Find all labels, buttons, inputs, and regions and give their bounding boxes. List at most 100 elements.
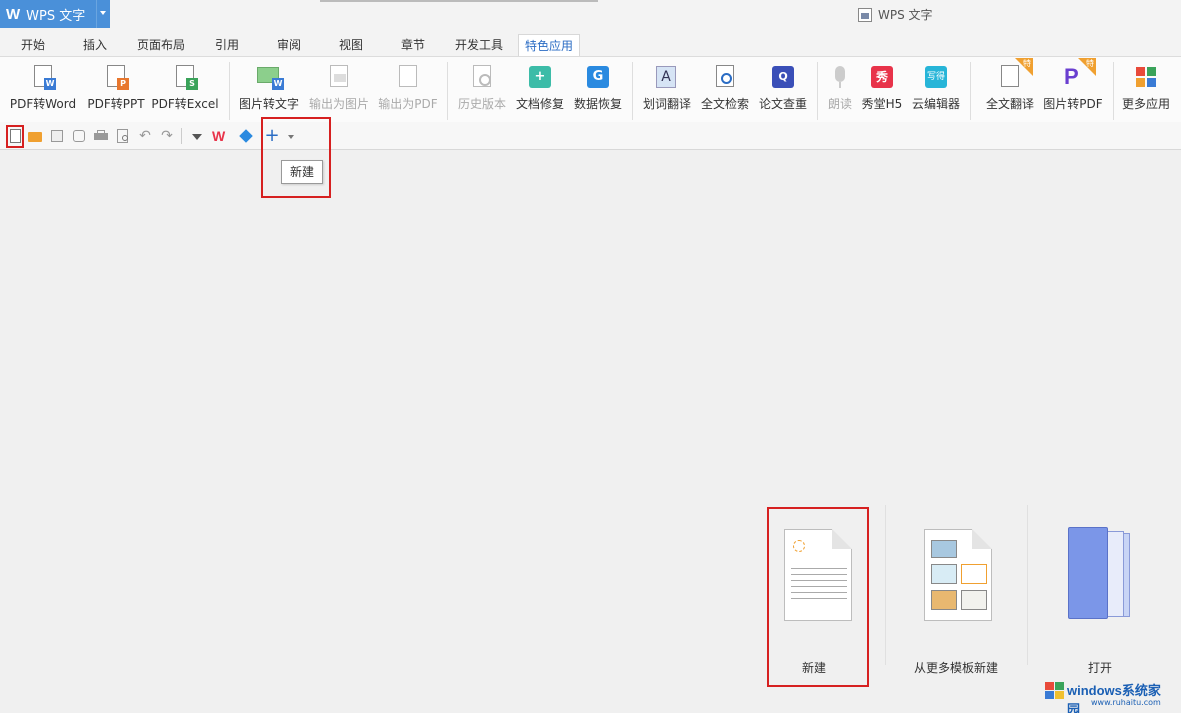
print-preview-icon[interactable] <box>115 128 131 144</box>
full-translate-label: 全文翻译 <box>985 97 1034 111</box>
export-pdf-button[interactable]: 输出为PDF <box>378 61 438 117</box>
undo-icon[interactable]: ↶ <box>137 128 153 144</box>
app-menu-dropdown[interactable] <box>96 0 110 28</box>
tab-developer[interactable]: 开发工具 <box>450 34 508 56</box>
pdf-to-ppt-icon: P <box>103 64 129 90</box>
translate-word-button[interactable]: A 划词翻译 <box>641 61 693 117</box>
pdf-to-ppt-label: PDF转PPT <box>87 97 145 111</box>
data-recovery-icon: G <box>585 64 611 90</box>
cloud-editor-button[interactable]: 写得 云编辑器 <box>910 61 962 117</box>
ribbon-divider <box>817 62 818 120</box>
ribbon-divider <box>229 62 230 120</box>
template-tile[interactable]: 从更多模板新建 <box>900 505 1015 685</box>
read-aloud-button[interactable]: 朗读 <box>824 61 856 117</box>
pdf-to-ppt-button[interactable]: P PDF转PPT <box>86 61 146 117</box>
redo-icon[interactable]: ↷ <box>159 128 175 144</box>
tab-sections[interactable]: 章节 <box>394 34 432 56</box>
export-image-label: 输出为图片 <box>308 97 369 111</box>
cube-icon[interactable] <box>238 128 254 144</box>
tab-page-layout[interactable]: 页面布局 <box>132 34 190 56</box>
image-to-text-button[interactable]: W 图片转文字 <box>238 61 300 117</box>
ribbon-panel: W PDF转Word P PDF转PPT S PDF转Excel W 图片转文字… <box>0 56 1181 122</box>
pdf-to-excel-button[interactable]: S PDF转Excel <box>151 61 219 117</box>
site-watermark: windows系统家园 www.ruhaitu.com <box>1043 676 1173 713</box>
tab-references[interactable]: 引用 <box>208 34 246 56</box>
ribbon-divider <box>447 62 448 120</box>
watermark-brand: windows系统家园 <box>1067 683 1161 713</box>
tab-review[interactable]: 审阅 <box>270 34 308 56</box>
xiutang-label: 秀堂H5 <box>861 97 903 111</box>
history-button[interactable]: 历史版本 <box>456 61 508 117</box>
pdf-to-word-icon: W <box>30 64 56 90</box>
app-menu-button[interactable]: W WPS 文字 <box>0 0 110 28</box>
history-label: 历史版本 <box>457 97 506 111</box>
save-icon[interactable] <box>49 128 65 144</box>
document-icon <box>858 7 872 22</box>
wps-logo-icon: W <box>6 5 21 23</box>
start-divider <box>885 505 886 665</box>
data-recovery-label: 数据恢复 <box>573 97 622 111</box>
new-tooltip: 新建 <box>281 160 323 184</box>
tab-special-apps[interactable]: 特色应用 <box>518 34 580 56</box>
print-icon[interactable] <box>93 128 109 144</box>
tab-insert[interactable]: 插入 <box>76 34 114 56</box>
template-document-icon <box>924 529 992 621</box>
tab-view[interactable]: 视图 <box>332 34 370 56</box>
translate-word-icon: A <box>654 64 680 90</box>
export-pdf-icon <box>395 64 421 90</box>
ribbon-tabs: 开始 插入 页面布局 引用 审阅 视图 章节 开发工具 特色应用 <box>0 30 1181 56</box>
export-image-icon <box>326 64 352 90</box>
more-apps-icon <box>1133 64 1159 90</box>
pdf-to-word-button[interactable]: W PDF转Word <box>8 61 78 117</box>
fulltext-search-label: 全文检索 <box>700 97 749 111</box>
app-menu-label: WPS 文字 <box>26 8 86 24</box>
quick-access-toolbar: ↶ ↷ W + <box>0 122 1181 150</box>
doc-repair-button[interactable]: + 文档修复 <box>514 61 566 117</box>
windows-logo-icon <box>1045 682 1065 700</box>
start-divider <box>1027 505 1028 665</box>
new-tile-highlight <box>767 507 869 687</box>
export-image-button[interactable]: 输出为图片 <box>308 61 370 117</box>
more-apps-label: 更多应用 <box>1121 97 1170 111</box>
fulltext-search-button[interactable]: 全文检索 <box>699 61 751 117</box>
export-pdf-label: 输出为PDF <box>378 97 438 111</box>
fulltext-search-icon <box>712 64 738 90</box>
open-folder-icon[interactable] <box>27 128 43 144</box>
window-title: WPS 文字 <box>858 6 933 23</box>
paper-check-icon: Q <box>770 64 796 90</box>
pdf-to-excel-label: PDF转Excel <box>151 97 219 111</box>
window-title-text: WPS 文字 <box>878 8 933 22</box>
watermark-url: www.ruhaitu.com <box>1091 698 1161 707</box>
ribbon-divider <box>1113 62 1114 120</box>
folder-open-icon <box>1068 527 1134 623</box>
save-as-icon[interactable] <box>71 128 87 144</box>
customize-dropdown-icon[interactable] <box>189 128 205 144</box>
wps-w-icon[interactable]: W <box>212 128 228 144</box>
chevron-down-icon <box>100 11 106 15</box>
open-tile[interactable]: 打开 <box>1050 505 1150 685</box>
add-button-highlight <box>261 117 331 198</box>
data-recovery-button[interactable]: G 数据恢复 <box>572 61 624 117</box>
microphone-icon <box>827 64 853 90</box>
pdf-to-word-label: PDF转Word <box>9 97 77 111</box>
special-badge: 特 <box>1086 59 1094 68</box>
more-apps-button[interactable]: 更多应用 <box>1120 61 1172 117</box>
paper-check-button[interactable]: Q 论文查重 <box>757 61 809 117</box>
history-icon <box>469 64 495 90</box>
image-to-pdf-button[interactable]: P 特 图片转PDF <box>1042 58 1104 117</box>
title-bar: W WPS 文字 WPS 文字 <box>0 0 1181 30</box>
xiutang-glyph: 秀 <box>871 66 893 88</box>
image-to-text-icon: W <box>256 64 284 90</box>
image-to-pdf-icon: P 特 <box>1064 58 1096 89</box>
ribbon-divider <box>632 62 633 120</box>
tab-home[interactable]: 开始 <box>14 34 52 56</box>
new-document-highlight <box>6 125 24 148</box>
ribbon-divider <box>970 62 971 120</box>
xiutang-button[interactable]: 秀 秀堂H5 <box>860 61 904 117</box>
full-translate-button[interactable]: 特 全文翻译 <box>984 58 1036 117</box>
toolbar-divider <box>181 128 182 144</box>
full-translate-icon: 特 <box>997 58 1033 90</box>
title-divider <box>320 0 598 2</box>
doc-repair-icon: + <box>527 64 553 90</box>
cloud-editor-icon: 写得 <box>923 64 949 90</box>
